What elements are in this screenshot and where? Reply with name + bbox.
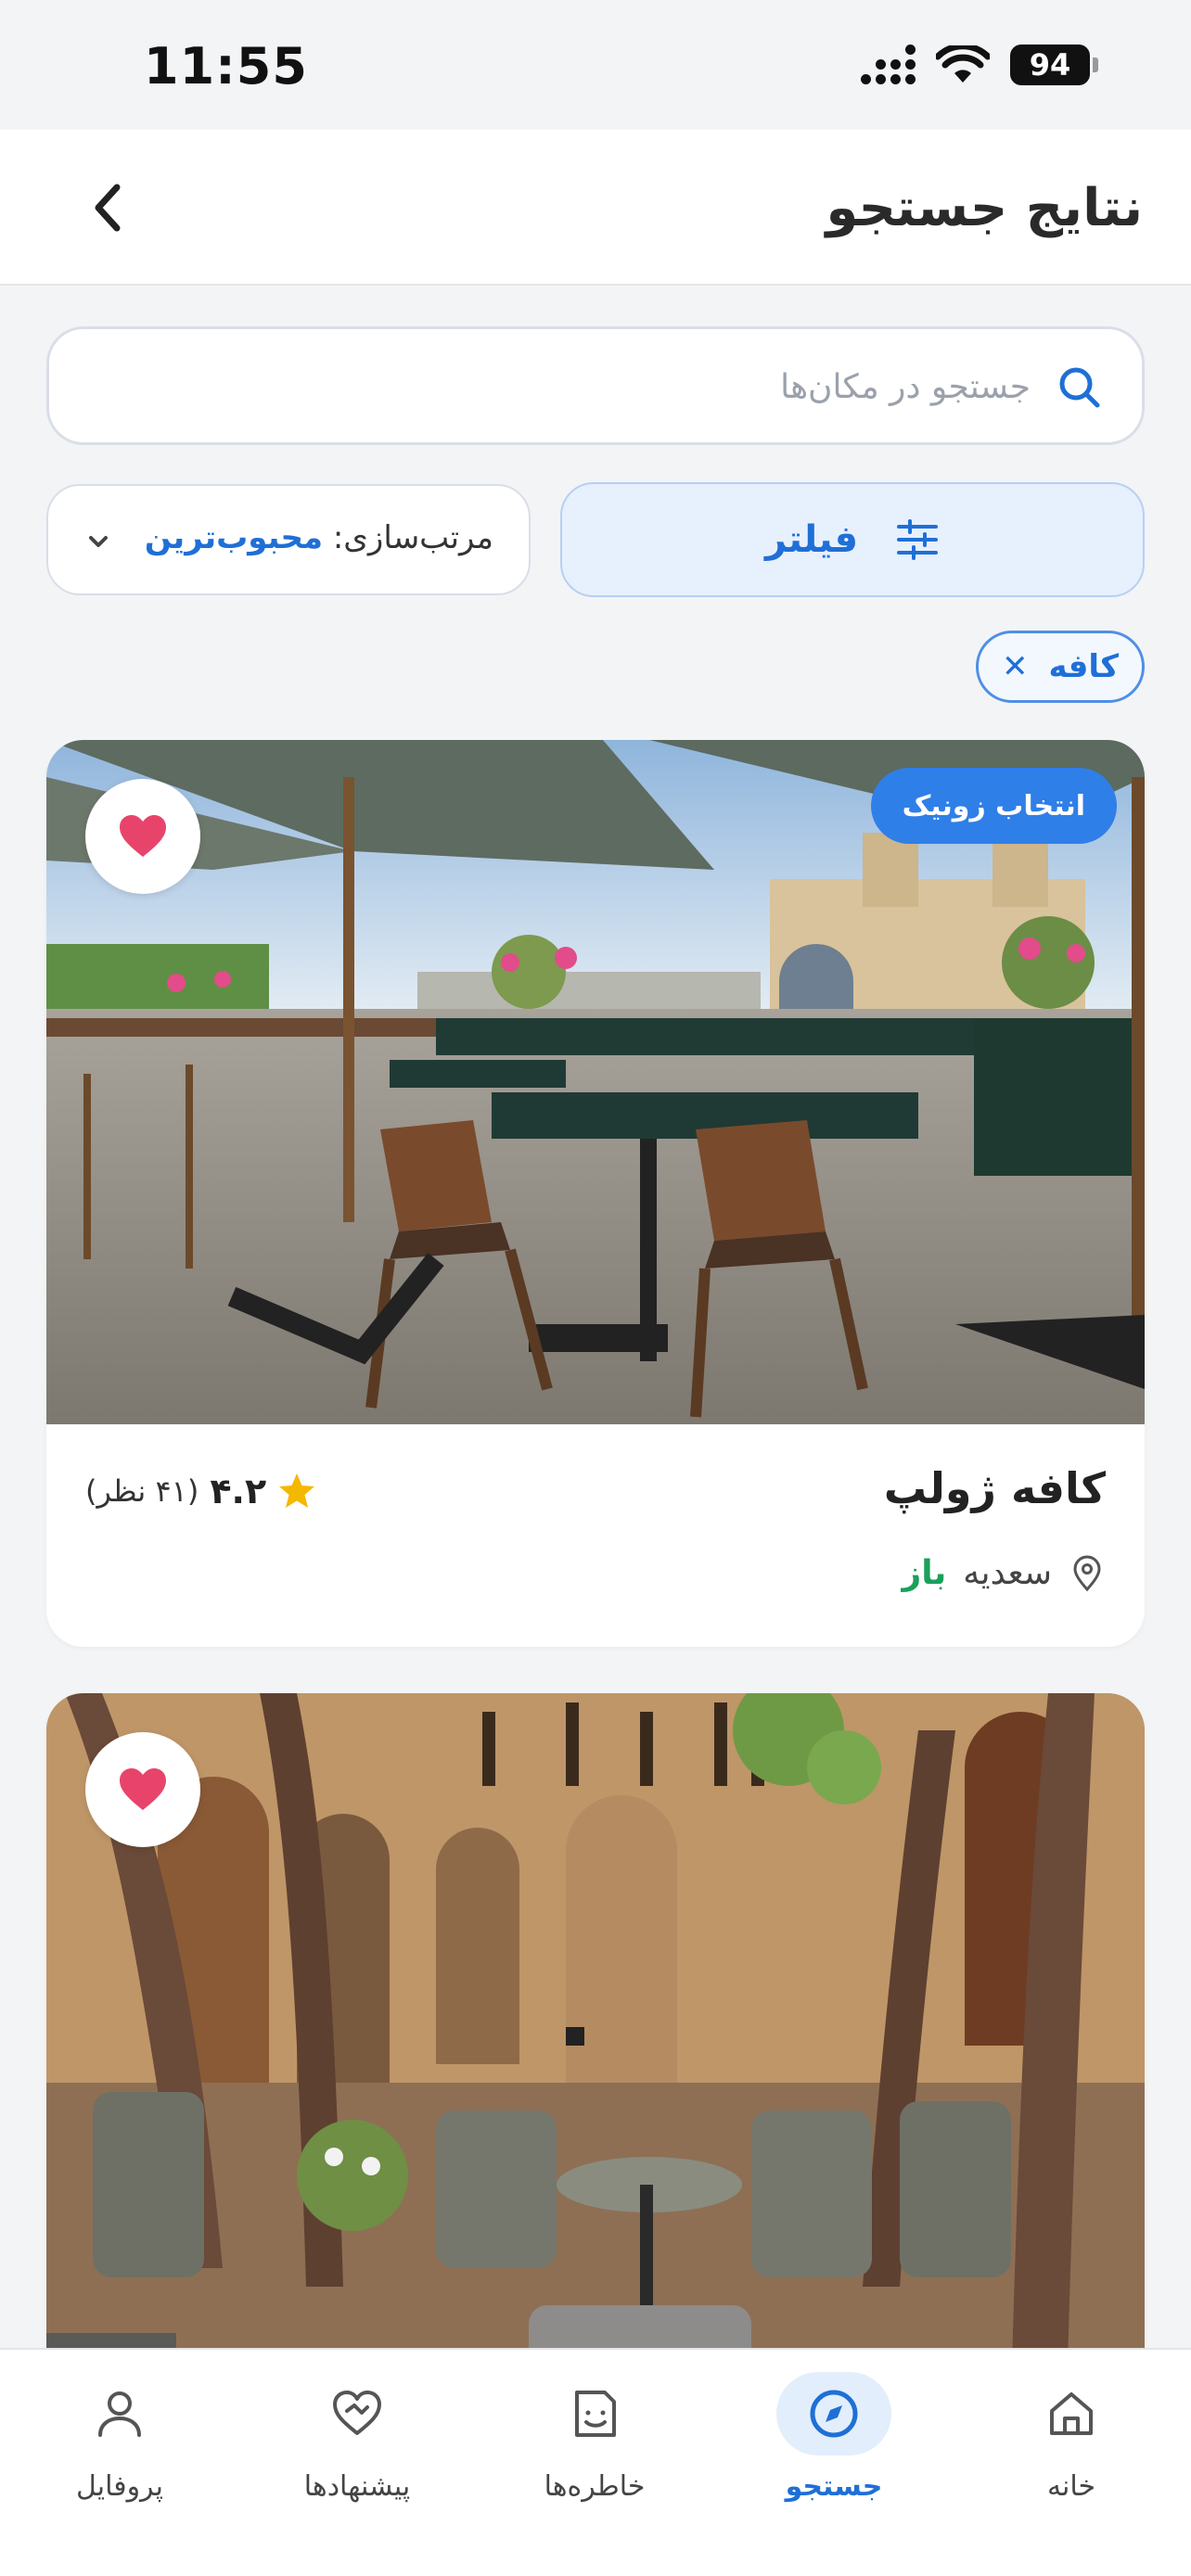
- chip-label: کافه: [1048, 648, 1119, 685]
- filter-button[interactable]: فیلتر: [560, 482, 1145, 597]
- filter-label: فیلتر: [764, 518, 859, 561]
- cafe-photo: [46, 1693, 1145, 2398]
- status-time: 11:55: [144, 37, 308, 96]
- sort-dropdown[interactable]: مرتب‌سازی: محبوب‌ترین: [46, 484, 531, 595]
- rating: ۴.۲ (۴۱ نظر): [85, 1471, 316, 1511]
- card-info: کافه ژولپ ۴.۲ (۴۱ نظر) سعدیه باز: [46, 1424, 1145, 1647]
- chevron-down-icon: [89, 536, 108, 547]
- close-icon[interactable]: ✕: [1002, 651, 1029, 682]
- place-name: کافه ژولپ: [883, 1463, 1106, 1513]
- nav-item-suggestions[interactable]: پیشنهادها: [260, 2372, 455, 2548]
- heart-icon: [120, 815, 166, 857]
- nav-label: خاطره‌ها: [544, 2470, 646, 2503]
- sort-text: مرتب‌سازی: محبوب‌ترین: [145, 519, 493, 556]
- location-row: سعدیه باز: [902, 1554, 1106, 1592]
- result-card[interactable]: [46, 1693, 1145, 2398]
- back-button[interactable]: [74, 174, 141, 241]
- filter-chip-cafe[interactable]: کافه ✕: [976, 631, 1145, 703]
- battery-icon: 94: [1010, 45, 1098, 85]
- cafe-photo: انتخاب زونیک: [46, 740, 1145, 1424]
- favorite-button[interactable]: [85, 779, 200, 894]
- memories-icon: [575, 2391, 616, 2437]
- review-count: (۴۱ نظر): [85, 1473, 199, 1509]
- heart-icon: [120, 1768, 166, 1810]
- rating-value: ۴.۲: [210, 1471, 267, 1511]
- favorite-button[interactable]: [85, 1732, 200, 1847]
- nav-item-profile[interactable]: پروفایل: [22, 2372, 217, 2548]
- status-bar: 11:55 94: [0, 0, 1191, 130]
- sliders-icon: [897, 519, 939, 560]
- sort-label: مرتب‌سازی:: [332, 519, 493, 556]
- nav-label: جستجو: [785, 2470, 883, 2503]
- bottom-nav: خانه جستجو خاطره‌ها پیشنها: [0, 2348, 1191, 2576]
- wifi-icon: [936, 45, 990, 83]
- page-title: نتایج جستجو: [826, 178, 1143, 238]
- heart-handshake-icon: [333, 2391, 381, 2435]
- open-status: باز: [902, 1554, 947, 1592]
- search-icon: [1059, 367, 1100, 408]
- nav-item-home[interactable]: خانه: [974, 2372, 1169, 2548]
- chevron-left-icon: [95, 184, 121, 232]
- user-icon: [98, 2391, 141, 2437]
- location-name: سعدیه: [963, 1554, 1052, 1592]
- result-card[interactable]: انتخاب زونیک کافه ژولپ ۴.۲ (۴۱ نظر) سعدی…: [46, 740, 1145, 1647]
- nav-label: خانه: [1046, 2470, 1096, 2503]
- compass-icon: [810, 2390, 858, 2438]
- home-icon: [1050, 2392, 1093, 2435]
- nav-item-search[interactable]: جستجو: [736, 2372, 931, 2548]
- nav-item-memories[interactable]: خاطره‌ها: [497, 2372, 692, 2548]
- battery-level: 94: [1010, 45, 1090, 85]
- search-input[interactable]: [196, 357, 1031, 416]
- nav-label: پیشنهادها: [303, 2470, 411, 2503]
- sort-value: محبوب‌ترین: [144, 519, 324, 556]
- cellular-signal-icon: [861, 45, 916, 84]
- location-pin-icon: [1073, 1555, 1101, 1591]
- status-icons: 94: [861, 45, 1098, 85]
- nav-label: پروفایل: [76, 2470, 163, 2503]
- app-header: نتایج جستجو: [0, 130, 1191, 286]
- star-icon: [279, 1473, 315, 1508]
- search-box[interactable]: [46, 326, 1145, 445]
- featured-badge: انتخاب زونیک: [870, 768, 1117, 844]
